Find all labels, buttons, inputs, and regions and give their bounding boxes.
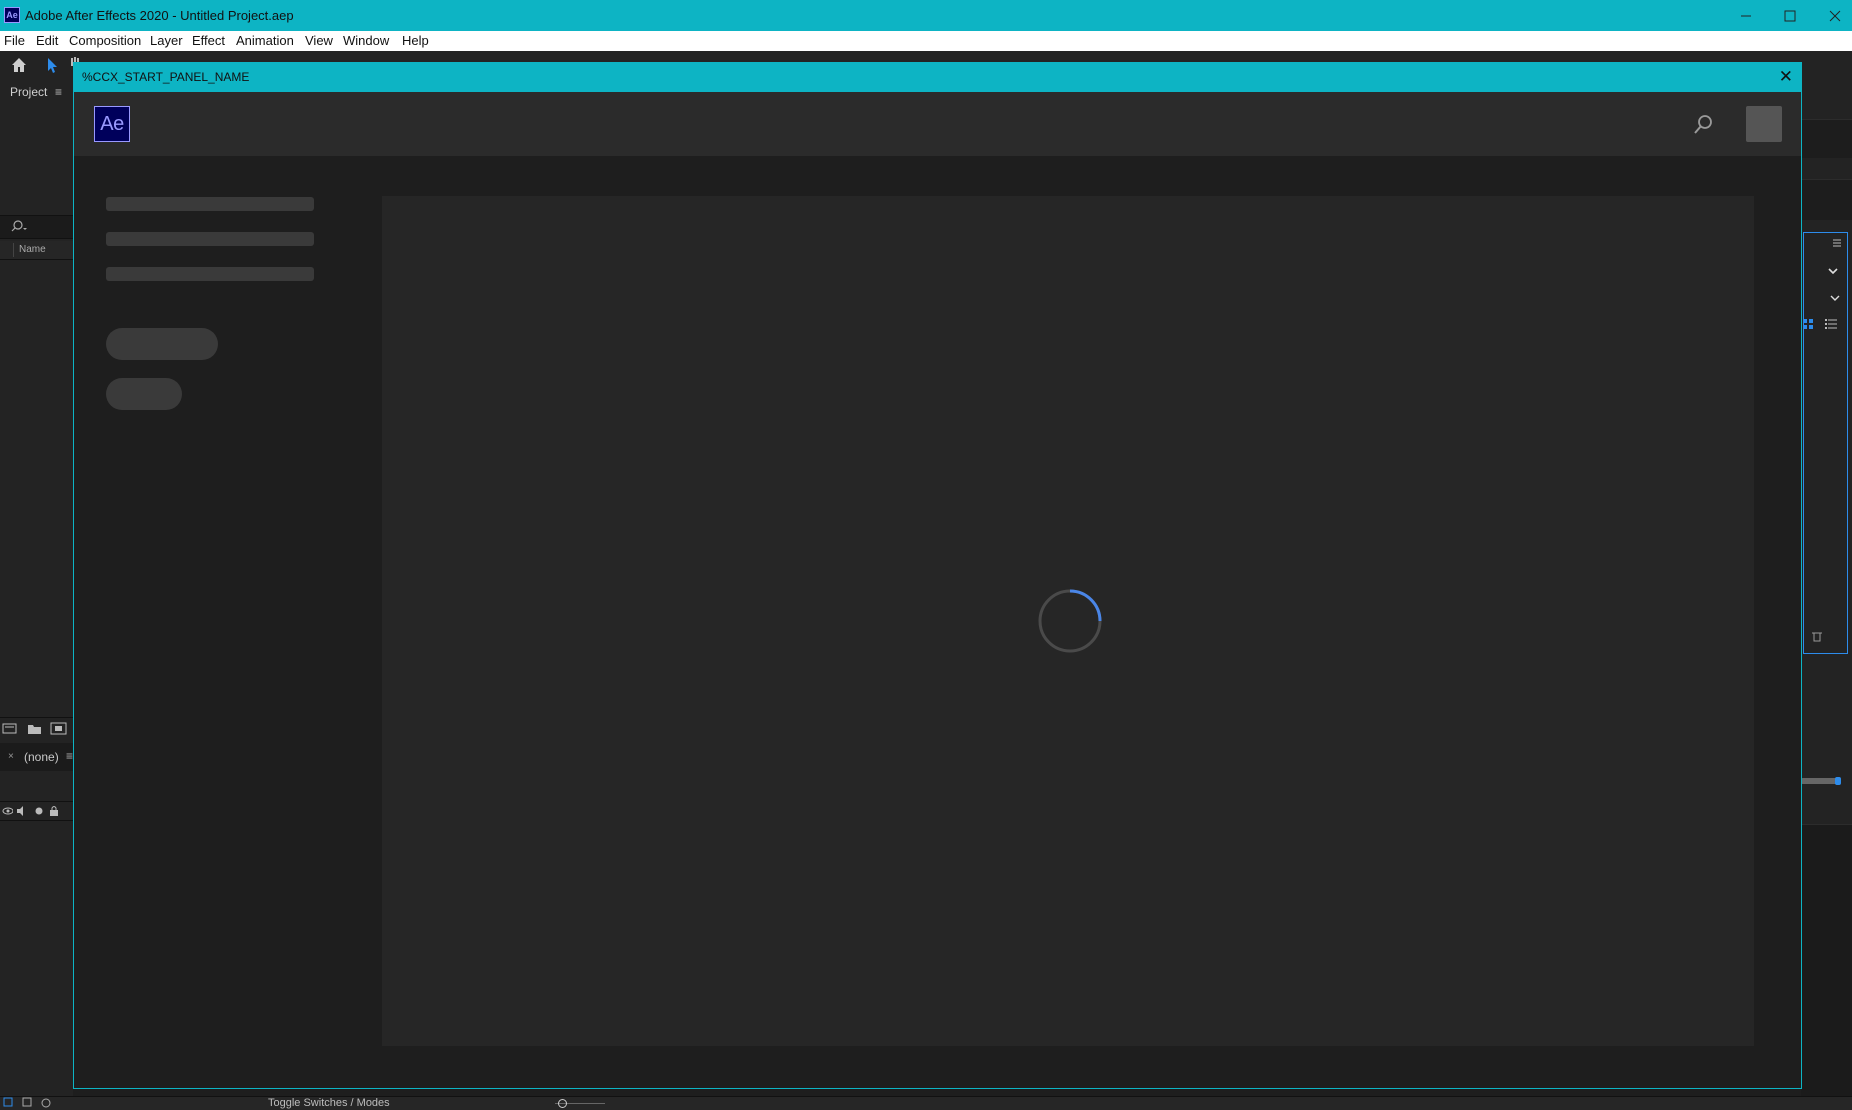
panel-menu-icon[interactable] [1831, 237, 1843, 249]
menu-window[interactable]: Window [343, 33, 389, 48]
minimize-icon [1741, 15, 1751, 16]
user-avatar[interactable] [1746, 106, 1782, 142]
home-icon [12, 58, 26, 72]
search-icon [1694, 115, 1712, 134]
maximize-button[interactable] [1767, 0, 1813, 31]
chevron-down-icon[interactable] [1827, 265, 1839, 277]
timeline-tab[interactable]: × (none) ≡ [0, 743, 73, 771]
menu-view[interactable]: View [305, 33, 333, 48]
interpret-footage-icon[interactable] [2, 722, 18, 736]
menu-help[interactable]: Help [402, 33, 429, 48]
close-window-button[interactable] [1812, 0, 1852, 31]
dialog-titlebar: %CCX_START_PANEL_NAME ✕ [74, 63, 1801, 92]
column-divider [13, 243, 14, 257]
eye-icon[interactable] [2, 805, 13, 816]
new-composition-icon[interactable] [50, 722, 68, 736]
menu-file[interactable]: File [4, 33, 25, 48]
timeline-menu-icon[interactable]: ≡ [66, 749, 73, 763]
right-panels-strip [1801, 79, 1852, 1097]
menu-edit[interactable]: Edit [36, 33, 58, 48]
selection-arrow-icon [48, 58, 57, 73]
grid-view-icon[interactable] [1802, 318, 1814, 330]
render-time-icon[interactable] [40, 1097, 52, 1109]
chevron-down-icon[interactable] [1829, 292, 1841, 304]
solo-icon[interactable] [33, 805, 44, 816]
audio-icon[interactable] [16, 805, 27, 816]
nav-placeholder-line [106, 267, 314, 281]
lock-icon[interactable] [48, 805, 59, 816]
nav-placeholder-line [106, 232, 314, 246]
right-slider-thumb[interactable] [1835, 777, 1841, 785]
project-panel-menu-icon[interactable]: ≡ [55, 85, 62, 99]
project-panel: Project ≡ Name × (none) ≡ [0, 79, 73, 1096]
after-effects-app-icon: Ae [4, 7, 20, 23]
right-panel-block [1801, 179, 1852, 220]
name-column-label[interactable]: Name [19, 244, 46, 255]
loading-spinner-icon [1038, 589, 1102, 653]
project-search-field[interactable] [0, 215, 73, 239]
layer-flowchart-icon[interactable] [22, 1097, 34, 1109]
window-titlebar: Ae Adobe After Effects 2020 - Untitled P… [0, 0, 1852, 31]
project-column-header: Name [0, 241, 73, 260]
menu-animation[interactable]: Animation [236, 33, 294, 48]
close-icon [1829, 10, 1841, 21]
start-panel-body [74, 156, 1801, 1088]
project-panel-footer [0, 717, 73, 740]
trash-icon[interactable] [1811, 630, 1823, 642]
selection-tool-button[interactable] [42, 55, 62, 75]
menu-effect[interactable]: Effect [192, 33, 225, 48]
window-title: Adobe After Effects 2020 - Untitled Proj… [25, 8, 294, 23]
right-slider-track[interactable] [1801, 778, 1837, 784]
minimize-button[interactable] [1723, 0, 1769, 31]
menu-bar: File Edit Composition Layer Effect Anima… [0, 31, 1852, 51]
start-panel-dialog: %CCX_START_PANEL_NAME ✕ Ae [73, 62, 1802, 1089]
menu-composition[interactable]: Composition [69, 33, 141, 48]
nav-placeholder-line [106, 197, 314, 211]
new-folder-icon[interactable] [27, 722, 43, 736]
search-button[interactable] [1691, 113, 1715, 137]
home-button[interactable] [9, 55, 29, 75]
layer-switches-header [0, 801, 73, 821]
right-panel-outline [1803, 232, 1848, 654]
toggle-switches-modes-button[interactable]: Toggle Switches / Modes [268, 1097, 390, 1109]
button-placeholder-pill [106, 378, 182, 410]
dialog-close-button[interactable]: ✕ [1779, 67, 1793, 87]
maximize-icon [1784, 10, 1796, 21]
timeline-footer: Toggle Switches / Modes [0, 1096, 1852, 1110]
menu-layer[interactable]: Layer [150, 33, 183, 48]
dialog-title: %CCX_START_PANEL_NAME [82, 70, 250, 84]
project-tab[interactable]: Project [10, 85, 47, 99]
zoom-slider-thumb[interactable] [558, 1099, 567, 1108]
after-effects-logo: Ae [94, 106, 130, 142]
right-panel-block [1801, 119, 1852, 158]
list-view-icon[interactable] [1824, 318, 1838, 330]
button-placeholder-pill [106, 328, 218, 360]
search-icon [11, 220, 27, 232]
composition-flowchart-icon[interactable] [3, 1097, 15, 1109]
start-content-area [382, 196, 1754, 1046]
timeline-tab-label[interactable]: (none) [24, 750, 59, 764]
start-panel-header: Ae [74, 92, 1801, 156]
right-panel-block [1801, 824, 1852, 1097]
timeline-close-icon[interactable]: × [8, 751, 14, 762]
